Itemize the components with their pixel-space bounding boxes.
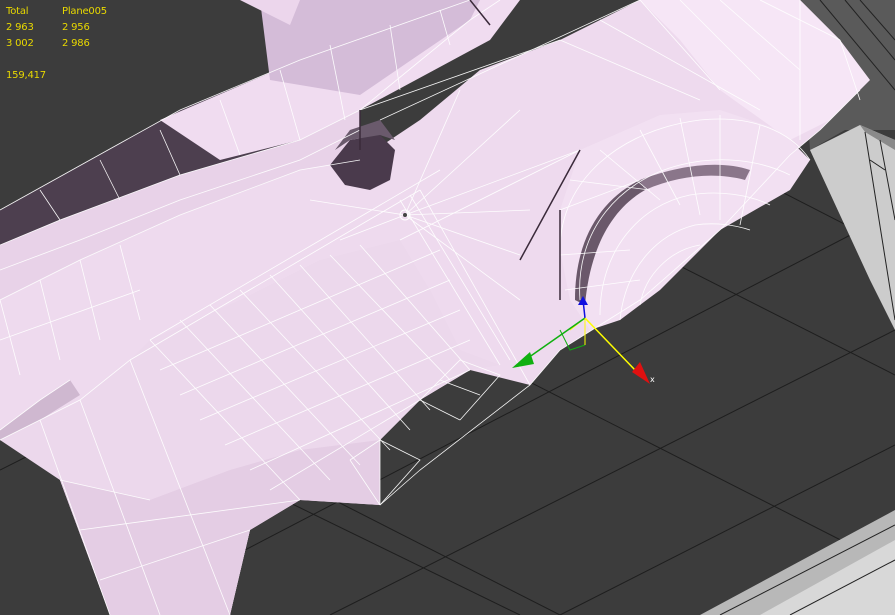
3d-viewport[interactable]: x Total 2 963 3 002 Plane005 2 956 2 986… xyxy=(0,0,895,615)
stats-polys-object: 2 956 xyxy=(62,22,90,33)
stats-verts-object: 2 986 xyxy=(62,38,90,49)
stats-object-column: Plane005 2 956 2 986 xyxy=(62,4,107,52)
stats-fps-value: 159,417 xyxy=(6,70,46,81)
gizmo-x-label: x xyxy=(650,375,655,384)
stats-header-object: Plane005 xyxy=(62,6,107,17)
stats-header-total: Total xyxy=(6,6,29,17)
stats-verts-total: 3 002 xyxy=(6,38,34,49)
stats-fps: 159,417 xyxy=(6,68,46,84)
viewport-scene[interactable]: x xyxy=(0,0,895,615)
stats-total-column: Total 2 963 3 002 xyxy=(6,4,34,52)
stats-polys-total: 2 963 xyxy=(6,22,34,33)
